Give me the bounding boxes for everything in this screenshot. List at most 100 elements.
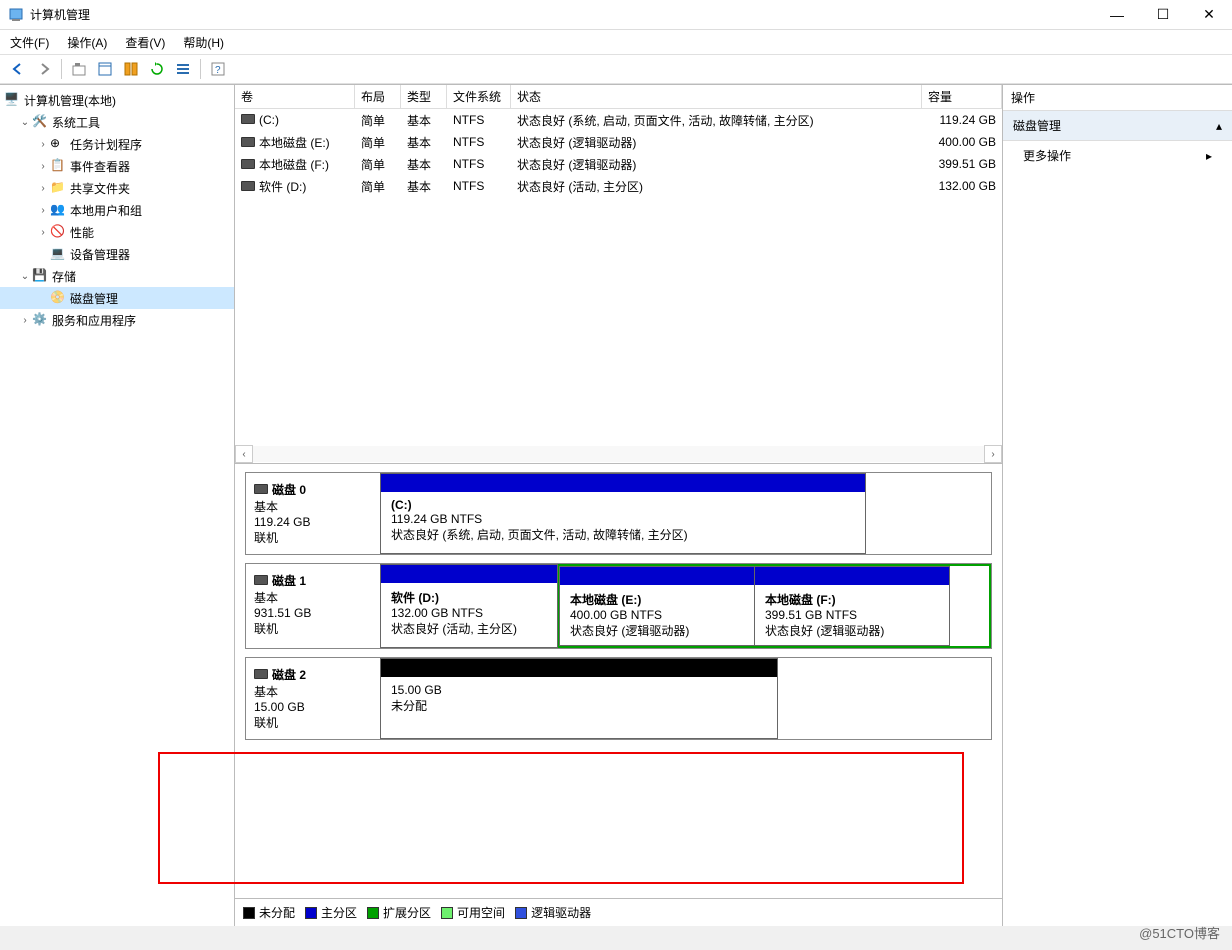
disk-icon [254,669,268,679]
actions-pane: 操作 磁盘管理 ▴ 更多操作 ▸ [1002,85,1232,926]
volume-row[interactable]: 本地磁盘 (F:)简单基本NTFS状态良好 (逻辑驱动器)399.51 GB [235,153,1002,175]
tree-local-users[interactable]: ›👥本地用户和组 [0,199,234,221]
menu-file[interactable]: 文件(F) [10,34,49,51]
disk-header[interactable]: 磁盘 1基本931.51 GB联机 [246,564,381,648]
menu-view[interactable]: 查看(V) [125,34,165,51]
expand-icon[interactable]: › [36,227,50,238]
partition[interactable]: 本地磁盘 (F:)399.51 GB NTFS状态良好 (逻辑驱动器) [754,566,950,646]
maximize-button[interactable]: ☐ [1140,0,1186,30]
tree-event-viewer[interactable]: ›📋事件查看器 [0,155,234,177]
volume-list-header[interactable]: 卷 布局 类型 文件系统 状态 容量 [235,85,1002,109]
col-filesystem[interactable]: 文件系统 [447,85,511,108]
partition[interactable]: 15.00 GB未分配 [380,658,778,739]
legend-unalloc: 未分配 [243,904,295,921]
collapse-icon[interactable]: ⌄ [18,117,32,128]
tree-disk-management[interactable]: 📀磁盘管理 [0,287,234,309]
collapse-icon[interactable]: ⌄ [18,271,32,282]
tools-icon: 🛠️ [32,114,48,130]
tree-device-manager[interactable]: 💻设备管理器 [0,243,234,265]
col-volume[interactable]: 卷 [235,85,355,108]
expand-icon[interactable]: › [18,315,32,326]
expand-icon[interactable]: › [36,205,50,216]
volume-icon [241,137,255,147]
legend-free: 可用空间 [441,904,505,921]
event-icon: 📋 [50,158,66,174]
volume-row[interactable]: (C:)简单基本NTFS状态良好 (系统, 启动, 页面文件, 活动, 故障转储… [235,109,1002,131]
volume-icon [241,114,255,124]
legend-primary: 主分区 [305,904,357,921]
partition[interactable]: 本地磁盘 (E:)400.00 GB NTFS状态良好 (逻辑驱动器) [559,566,755,646]
window-title: 计算机管理 [30,6,1094,23]
toolbar-view1-button[interactable] [93,57,117,81]
partition[interactable]: (C:)119.24 GB NTFS状态良好 (系统, 启动, 页面文件, 活动… [380,473,866,554]
scroll-right-icon[interactable]: › [984,445,1002,463]
users-icon: 👥 [50,202,66,218]
disk-header[interactable]: 磁盘 2基本15.00 GB联机 [246,658,381,739]
legend-extended: 扩展分区 [367,904,431,921]
disk-body: 软件 (D:)132.00 GB NTFS状态良好 (活动, 主分区)本地磁盘 … [381,564,991,648]
disk-icon [254,484,268,494]
disk-body: (C:)119.24 GB NTFS状态良好 (系统, 启动, 页面文件, 活动… [381,473,991,554]
app-icon [8,7,24,23]
h-scrollbar[interactable]: ‹ › [235,445,1002,463]
toolbar-list-button[interactable] [171,57,195,81]
nav-forward-button[interactable] [32,57,56,81]
folder-icon: 📁 [50,180,66,196]
col-type[interactable]: 类型 [401,85,447,108]
tree-performance[interactable]: ›🚫性能 [0,221,234,243]
disk-panel[interactable]: 磁盘 0基本119.24 GB联机(C:)119.24 GB NTFS状态良好 … [245,472,992,555]
volume-icon [241,159,255,169]
menubar: 文件(F) 操作(A) 查看(V) 帮助(H) [0,30,1232,54]
disk-body: 15.00 GB未分配 [381,658,991,739]
disk-panel[interactable]: 磁盘 2基本15.00 GB联机15.00 GB未分配 [245,657,992,740]
col-layout[interactable]: 布局 [355,85,401,108]
watermark: @51CTO博客 [1139,923,1220,942]
tree-shared-folders[interactable]: ›📁共享文件夹 [0,177,234,199]
col-status[interactable]: 状态 [511,85,922,108]
partition-header-bar [755,567,949,585]
svg-text:?: ? [215,65,221,76]
toolbar-up-button[interactable] [67,57,91,81]
tree-system-tools[interactable]: ⌄🛠️系统工具 [0,111,234,133]
volume-icon [241,181,255,191]
menu-help[interactable]: 帮助(H) [183,34,224,51]
tree-task-scheduler[interactable]: ›⊕任务计划程序 [0,133,234,155]
tree-storage[interactable]: ⌄💾存储 [0,265,234,287]
expand-icon[interactable]: › [36,139,50,150]
partition-header-bar [381,659,777,677]
expand-icon[interactable]: › [36,161,50,172]
services-icon: ⚙️ [32,312,48,328]
scroll-left-icon[interactable]: ‹ [235,445,253,463]
nav-back-button[interactable] [6,57,30,81]
toolbar-view2-button[interactable] [119,57,143,81]
volume-list: 卷 布局 类型 文件系统 状态 容量 (C:)简单基本NTFS状态良好 (系统,… [235,85,1002,464]
actions-more[interactable]: 更多操作 ▸ [1003,141,1232,170]
toolbar-help-button[interactable]: ? [206,57,230,81]
volume-row[interactable]: 软件 (D:)简单基本NTFS状态良好 (活动, 主分区)132.00 GB [235,175,1002,197]
annotation-highlight [158,752,964,884]
disk-icon: 📀 [50,290,66,306]
tree-root[interactable]: 🖥️计算机管理(本地) [0,89,234,111]
disk-header[interactable]: 磁盘 0基本119.24 GB联机 [246,473,381,554]
minimize-button[interactable]: — [1094,0,1140,30]
col-capacity[interactable]: 容量 [922,85,1002,108]
collapse-icon[interactable]: ▴ [1216,119,1222,133]
expand-icon[interactable]: › [36,183,50,194]
disk-panel[interactable]: 磁盘 1基本931.51 GB联机软件 (D:)132.00 GB NTFS状态… [245,563,992,649]
partition[interactable]: 软件 (D:)132.00 GB NTFS状态良好 (活动, 主分区) [380,564,558,648]
actions-section-diskmgmt[interactable]: 磁盘管理 ▴ [1003,111,1232,141]
perf-icon: 🚫 [50,224,66,240]
volume-row[interactable]: 本地磁盘 (E:)简单基本NTFS状态良好 (逻辑驱动器)400.00 GB [235,131,1002,153]
menu-action[interactable]: 操作(A) [67,34,107,51]
close-button[interactable]: ✕ [1186,0,1232,30]
partition-header-bar [381,565,557,583]
toolbar-refresh-button[interactable] [145,57,169,81]
tree-services[interactable]: ›⚙️服务和应用程序 [0,309,234,331]
storage-icon: 💾 [32,268,48,284]
titlebar: 计算机管理 — ☐ ✕ [0,0,1232,30]
toolbar: ? [0,54,1232,84]
extended-partition[interactable]: 本地磁盘 (E:)400.00 GB NTFS状态良好 (逻辑驱动器)本地磁盘 … [558,564,991,648]
chevron-right-icon: ▸ [1206,149,1212,163]
actions-header: 操作 [1003,85,1232,111]
partition-header-bar [560,567,754,585]
